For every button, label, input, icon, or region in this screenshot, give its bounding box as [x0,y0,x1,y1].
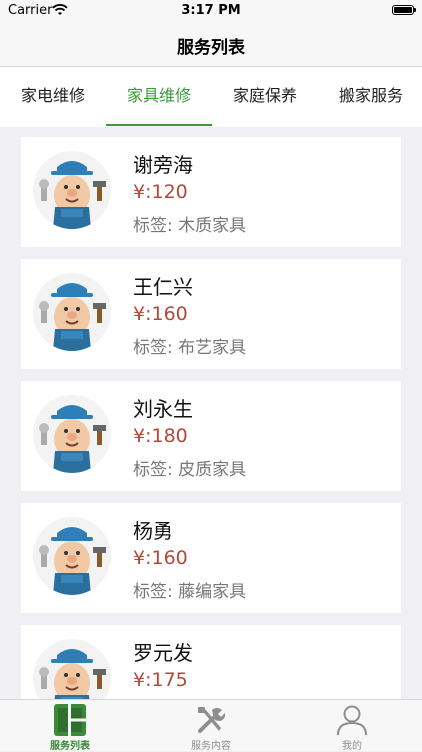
provider-card[interactable]: 王仁兴 ¥:160 标签: 布艺家具 [21,259,401,369]
tab-home-maintenance[interactable]: 家庭保养 [212,67,318,127]
provider-price: ¥:120 [133,181,188,203]
worker-avatar-icon [33,517,111,595]
category-tabs: 家电维修 家具维修 家庭保养 搬家服务 [0,67,422,127]
tab-appliance-repair[interactable]: 家电维修 [0,67,106,127]
battery-icon [392,5,416,15]
clock: 3:17 PM [181,3,241,18]
worker-avatar-icon [33,639,111,699]
tools-icon [198,707,226,733]
worker-avatar-icon [33,273,111,351]
status-bar: Carrier 3:17 PM [0,0,422,22]
provider-tag: 标签: 木质家具 [133,216,247,236]
provider-tag: 标签: 藤编家具 [133,582,247,602]
provider-price: ¥:160 [133,303,188,325]
tabbar-mine[interactable]: 我的 [282,700,422,752]
bottom-tab-bar: 服务列表 服务内容 我的 [0,699,422,752]
worker-avatar-icon [33,395,111,473]
page-title: 服务列表 [177,38,245,58]
provider-card[interactable]: 谢旁海 ¥:120 标签: 木质家具 [21,137,401,247]
provider-price: ¥:175 [133,669,188,691]
provider-price: ¥:160 [133,547,188,569]
tabbar-service-list[interactable]: 服务列表 [0,700,140,752]
grid-icon [54,704,86,736]
provider-card[interactable]: 刘永生 ¥:180 标签: 皮质家具 [21,381,401,491]
user-icon [337,705,367,736]
provider-price: ¥:180 [133,425,188,447]
tab-furniture-repair[interactable]: 家具维修 [106,67,212,127]
provider-name: 杨勇 [133,519,173,543]
provider-tag: 标签: 皮质家具 [133,460,247,480]
active-tab-indicator [106,124,212,126]
worker-avatar-icon [33,151,111,229]
provider-name: 谢旁海 [133,153,193,177]
tabbar-service-content[interactable]: 服务内容 [141,700,281,752]
provider-name: 罗元发 [133,641,193,665]
provider-tag: 标签: 布艺家具 [133,338,247,358]
provider-name: 王仁兴 [133,275,193,299]
navigation-bar: 服务列表 [0,22,422,67]
provider-name: 刘永生 [133,397,193,421]
tab-moving-service[interactable]: 搬家服务 [318,67,422,127]
provider-card[interactable]: 杨勇 ¥:160 标签: 藤编家具 [21,503,401,613]
provider-list[interactable]: 谢旁海 ¥:120 标签: 木质家具 王仁兴 ¥:160 标签: 布艺家具 刘永… [0,127,422,699]
provider-card[interactable]: 罗元发 ¥:175 [21,625,401,699]
